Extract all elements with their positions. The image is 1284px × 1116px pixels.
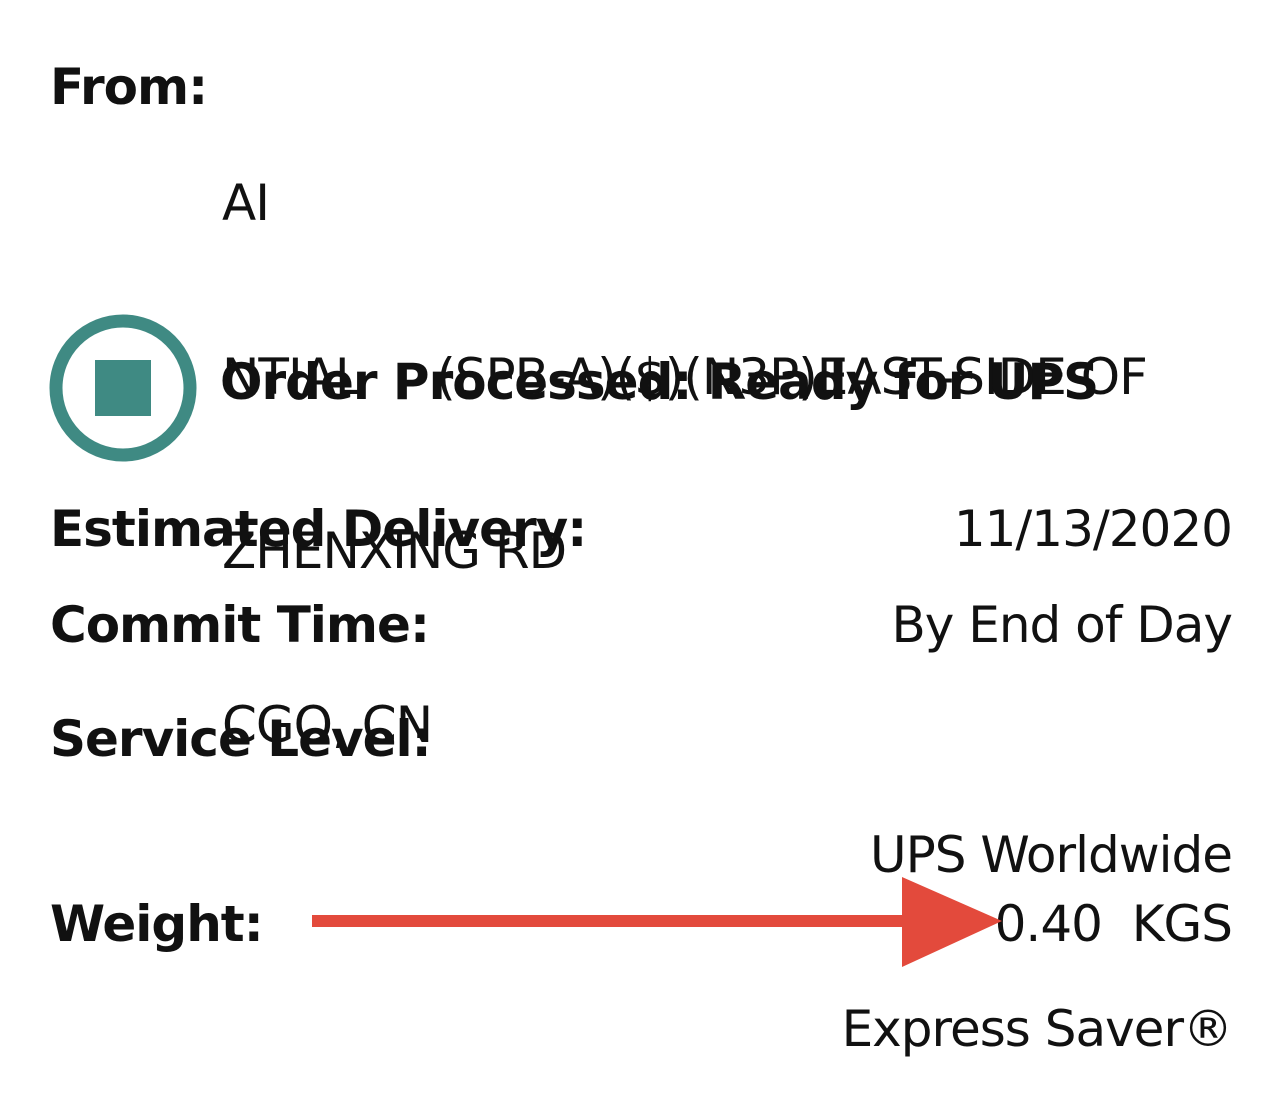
service-level-line-2: Express Saver® xyxy=(841,1000,1233,1058)
stop-square-icon xyxy=(48,313,198,463)
weight-label: Weight: xyxy=(50,895,264,953)
service-level-line-1: UPS Worldwide xyxy=(870,826,1233,884)
commit-time-label: Commit Time: xyxy=(50,596,430,654)
estimated-delivery-label: Estimated Delivery: xyxy=(50,500,587,558)
status-text: Order Processed: Ready for UPS xyxy=(220,353,1099,411)
estimated-delivery-value: 11/13/2020 xyxy=(953,500,1233,558)
address-line-1: AI xyxy=(222,174,270,232)
weight-value: 0.40 KGS xyxy=(994,895,1233,953)
service-level-label: Service Level: xyxy=(50,710,432,768)
from-address: AI NTIAL (SPB-A)($)(N3P)EAST-SIDE OF ZHE… xyxy=(222,58,1148,812)
commit-time-value: By End of Day xyxy=(891,596,1233,654)
arrow-right-icon xyxy=(312,877,1002,967)
from-label: From: xyxy=(50,58,208,116)
